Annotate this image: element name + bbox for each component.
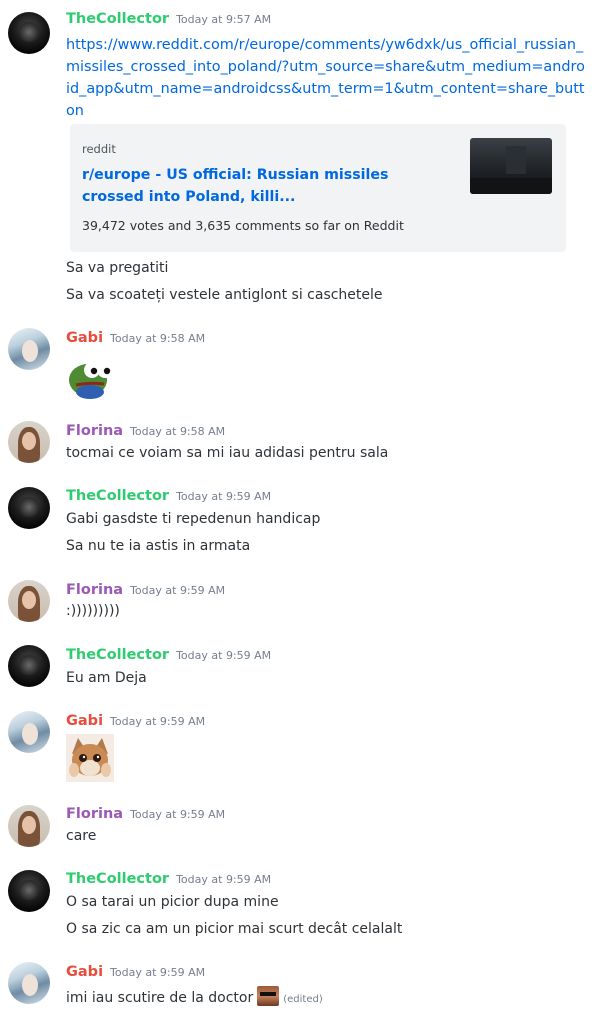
message-text: Gabi gasdste ti repedenun handicap xyxy=(66,511,321,527)
username[interactable]: TheCollector xyxy=(66,11,169,27)
deal-with-it-emoji[interactable] xyxy=(257,986,280,1006)
message-text-row: imi iau scutire de la doctor (edited) xyxy=(66,986,323,1006)
message-text: O sa zic ca am un picior mai scurt decât… xyxy=(66,921,403,937)
message-text: Sa nu te ia astis in armata xyxy=(66,538,251,554)
embed-provider[interactable]: reddit xyxy=(82,142,116,156)
embed-thumbnail[interactable] xyxy=(470,138,552,194)
timestamp: Today at 9:58 AM xyxy=(110,332,206,345)
timestamp: Today at 9:59 AM xyxy=(176,649,272,662)
avatar[interactable] xyxy=(8,870,50,912)
avatar[interactable] xyxy=(8,328,50,370)
message-text: imi iau scutire de la doctor xyxy=(66,990,254,1006)
username[interactable]: TheCollector xyxy=(66,647,169,663)
embed-description: 39,472 votes and 3,635 comments so far o… xyxy=(82,218,404,233)
avatar[interactable] xyxy=(8,580,50,622)
message-text: care xyxy=(66,828,97,844)
avatar[interactable] xyxy=(8,962,50,1004)
timestamp: Today at 9:58 AM xyxy=(130,425,226,438)
crying-cat-emoji[interactable] xyxy=(66,734,114,782)
timestamp: Today at 9:59 AM xyxy=(110,966,206,979)
username[interactable]: Florina xyxy=(66,582,123,598)
message-text: Sa va pregatiti xyxy=(66,260,169,276)
timestamp: Today at 9:59 AM xyxy=(130,584,226,597)
link-embed: reddit r/europe - US official: Russian m… xyxy=(70,124,566,252)
message-text: tocmai ce voiam sa mi iau adidasi pentru… xyxy=(66,445,389,461)
avatar[interactable] xyxy=(8,805,50,847)
timestamp: Today at 9:59 AM xyxy=(176,490,272,503)
timestamp: Today at 9:57 AM xyxy=(176,13,272,26)
timestamp: Today at 9:59 AM xyxy=(130,808,226,821)
embed-title[interactable]: r/europe - US official: Russian missiles… xyxy=(82,164,452,208)
avatar[interactable] xyxy=(8,711,50,753)
username[interactable]: Florina xyxy=(66,806,123,822)
username[interactable]: Gabi xyxy=(66,964,103,980)
username[interactable]: Gabi xyxy=(66,713,103,729)
message-text: O sa tarai un picior dupa mine xyxy=(66,894,279,910)
avatar[interactable] xyxy=(8,487,50,529)
username[interactable]: TheCollector xyxy=(66,488,169,504)
message-text: Eu am Deja xyxy=(66,670,147,686)
pepe-frog-emoji[interactable] xyxy=(66,352,114,400)
username[interactable]: Gabi xyxy=(66,330,103,346)
timestamp: Today at 9:59 AM xyxy=(176,873,272,886)
message-text: Sa va scoateți vestele antiglont si casc… xyxy=(66,287,383,303)
username[interactable]: TheCollector xyxy=(66,871,169,887)
timestamp: Today at 9:59 AM xyxy=(110,715,206,728)
message-text: :))))))))) xyxy=(66,603,120,619)
edited-label: (edited) xyxy=(283,994,323,1005)
avatar[interactable] xyxy=(8,421,50,463)
username[interactable]: Florina xyxy=(66,423,123,439)
message-link[interactable]: https://www.reddit.com/r/europe/comments… xyxy=(66,34,586,122)
avatar[interactable] xyxy=(8,12,50,54)
avatar[interactable] xyxy=(8,645,50,687)
